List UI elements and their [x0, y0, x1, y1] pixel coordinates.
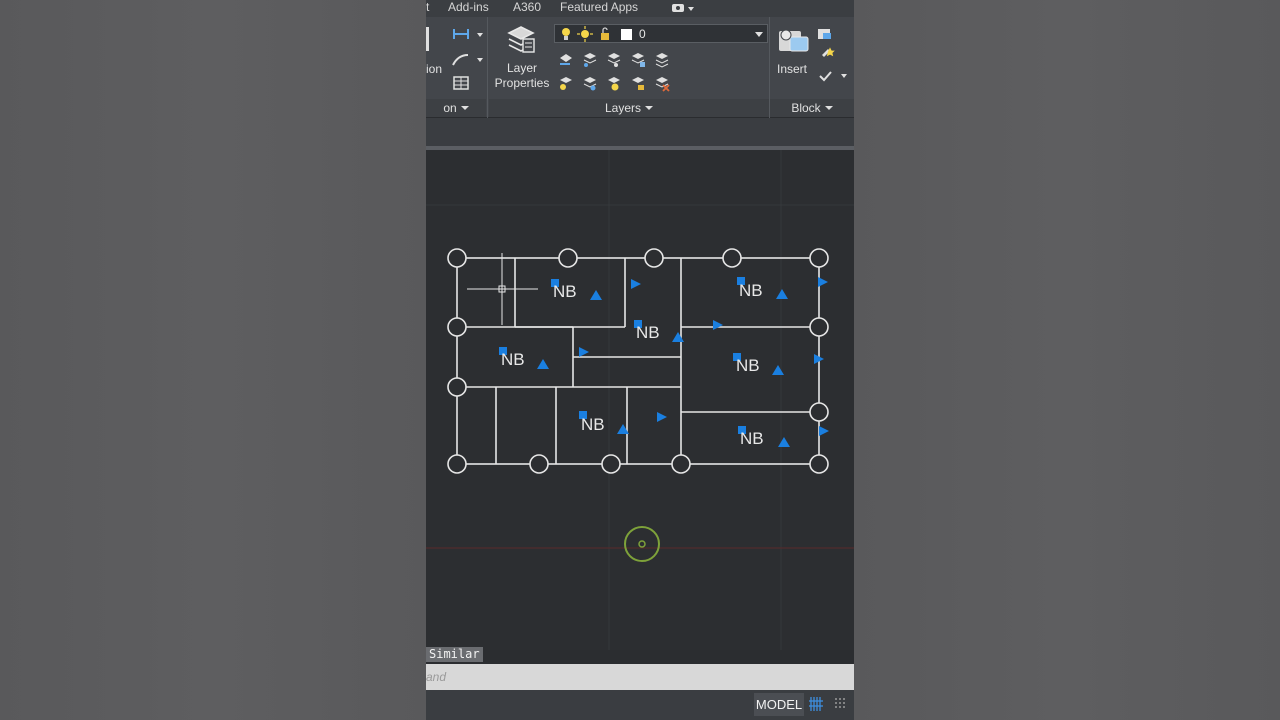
snap-mode-icon[interactable] [834, 697, 848, 711]
tab-featured-apps[interactable]: Featured Apps [560, 0, 638, 15]
svg-text:NB: NB [736, 356, 760, 375]
layer-tools-icons[interactable] [556, 50, 676, 95]
left-letterbox [0, 0, 426, 720]
crosshair-cursor-icon [467, 253, 538, 325]
svg-text:NB: NB [501, 350, 525, 369]
panel-annotation-partial[interactable]: on [426, 99, 486, 117]
ribbon-tab-strip: t Add-ins A360 Featured Apps [426, 0, 854, 17]
layer-properties-icon[interactable] [505, 23, 537, 55]
drawing-canvas[interactable]: NB NB NB NB NB NB NB [426, 150, 854, 650]
autocad-window: t Add-ins A360 Featured Apps ion on Laye… [426, 0, 854, 720]
file-tab-strip [426, 118, 854, 146]
status-bar: MODEL [426, 690, 854, 720]
block-tools-icons[interactable] [814, 25, 854, 91]
room-tag: NB [551, 279, 602, 301]
model-space-button[interactable]: MODEL [754, 693, 804, 716]
current-layer-name: 0 [639, 27, 646, 41]
command-option-similar[interactable]: Similar [426, 647, 483, 662]
room-tag: NB [733, 353, 784, 375]
camera-dropdown-icon[interactable] [671, 2, 695, 14]
insert-label: Insert [776, 62, 807, 76]
tab-add-ins[interactable]: Add-ins [448, 0, 489, 15]
room-tag: NB [634, 320, 684, 342]
tab-a360[interactable]: A360 [513, 0, 541, 15]
svg-text:NB: NB [740, 429, 764, 448]
insert-block-icon[interactable] [776, 25, 810, 57]
panel-layers[interactable]: Layers [489, 99, 769, 117]
command-placeholder: and [426, 670, 447, 684]
layer-properties-label-1: Layer [506, 61, 538, 75]
floor-plan-drawing: NB NB NB NB NB NB NB [426, 150, 854, 650]
room-tag: NB [499, 347, 549, 369]
svg-text:NB: NB [636, 323, 660, 342]
command-input[interactable]: and [426, 664, 854, 690]
panel-block[interactable]: Block [770, 99, 854, 117]
annotation-partial-label: ion [426, 62, 443, 76]
right-letterbox [854, 0, 1280, 720]
svg-text:NB: NB [739, 281, 763, 300]
layer-dropdown[interactable]: 0 [554, 24, 768, 43]
room-tag: NB [738, 426, 790, 448]
grid-display-icon[interactable] [809, 697, 823, 711]
room-tag: NB [737, 277, 788, 300]
svg-text:NB: NB [581, 415, 605, 434]
layer-state-icons [562, 26, 632, 42]
ucs-origin-icon [624, 526, 660, 562]
tab-partial[interactable]: t [426, 0, 429, 15]
room-tag: NB [579, 411, 629, 434]
chevron-down-icon [755, 32, 763, 37]
ribbon: ion on Layer Properties 0 Layers Insert … [426, 17, 854, 118]
svg-text:NB: NB [553, 282, 577, 301]
layer-properties-label-2: Properties [494, 76, 550, 90]
